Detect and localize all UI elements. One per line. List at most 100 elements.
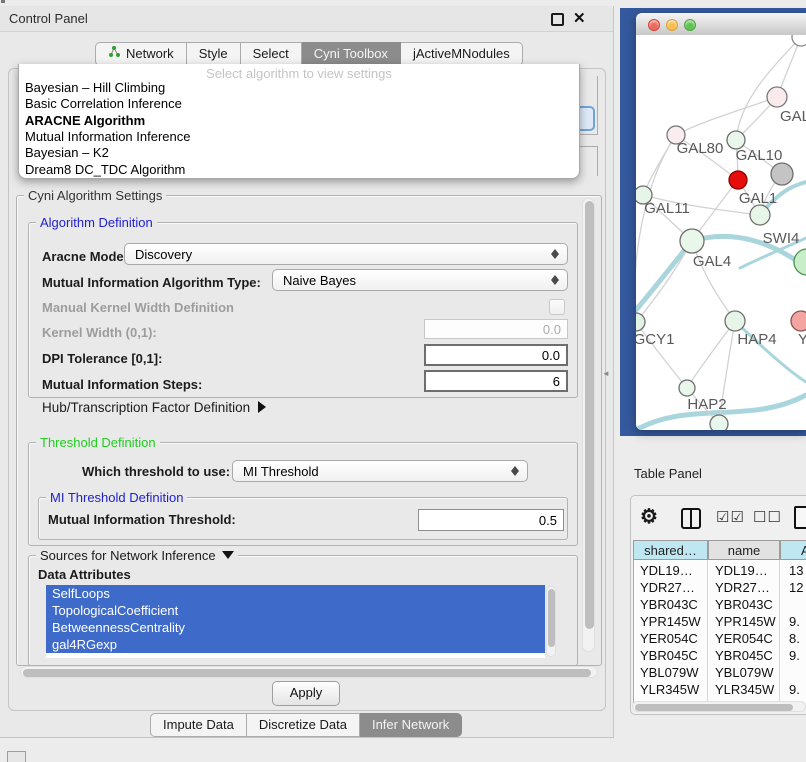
attribute-list-scrollbar[interactable] [546, 586, 556, 657]
manual-kernel-checkbox[interactable] [549, 299, 565, 315]
network-edge[interactable] [687, 321, 735, 388]
algorithm-option[interactable]: Dream8 DC_TDC Algorithm [25, 162, 185, 178]
control-panel-title: Control Panel [9, 11, 88, 26]
node-label-gal80: GAL80 [677, 140, 724, 157]
table-cell: YBR045C [715, 647, 773, 664]
tab-infer-network[interactable]: Infer Network [360, 713, 462, 737]
network-node[interactable] [725, 311, 745, 331]
attribute-item[interactable]: BetweennessCentrality [46, 619, 545, 636]
bottom-tabs: Impute Data Discretize DataInfer Network [150, 713, 462, 735]
tab-network[interactable]: Network [95, 42, 187, 66]
new-document-icon[interactable] [794, 506, 806, 529]
control-panel-window: Control Panel ✕ NetworkStyleSelectCyni T… [0, 6, 614, 738]
network-node[interactable] [679, 380, 695, 396]
close-traffic-light[interactable] [648, 19, 660, 31]
node-label-gal: GAL [780, 108, 806, 125]
minimize-traffic-light[interactable] [666, 19, 678, 31]
algorithm-option[interactable]: Bayesian – Hill Climbing [25, 80, 165, 96]
attribute-item[interactable]: gal4RGexp [46, 636, 545, 653]
table-h-scrollbar-thumb[interactable] [635, 704, 793, 711]
dpi-tolerance-input[interactable] [424, 344, 568, 366]
network-node[interactable] [729, 171, 747, 189]
network-node[interactable] [767, 87, 787, 107]
sources-title[interactable]: Sources for Network Inference [36, 548, 238, 563]
kernel-width-input[interactable] [424, 319, 568, 339]
tab-impute-data[interactable]: Impute Data [150, 713, 247, 737]
tab-discretize-data[interactable]: Discretize Data [247, 713, 360, 737]
table-row[interactable]: YDL19…YDL19…13 [634, 562, 806, 579]
network-node[interactable] [636, 313, 645, 331]
table-cell: 9. [789, 647, 800, 664]
network-node[interactable] [794, 249, 806, 275]
control-panel-titlebar: Control Panel ✕ [0, 6, 613, 32]
spinner-down-icon [551, 280, 559, 285]
attribute-list-scrollbar-thumb[interactable] [548, 589, 555, 647]
settings-scrollbar-thumb[interactable] [585, 201, 594, 629]
kernel-width-label: Kernel Width (0,1): [42, 325, 157, 340]
close-icon[interactable]: ✕ [573, 9, 586, 27]
network-icon [108, 43, 121, 65]
node-label-hap2: HAP2 [687, 396, 726, 413]
network-node[interactable] [791, 311, 806, 331]
table-cell: YBL079W [640, 664, 699, 681]
tab-cyni-toolbox[interactable]: Cyni Toolbox [302, 42, 401, 66]
network-node[interactable] [771, 163, 793, 185]
apply-button[interactable]: Apply [272, 681, 340, 706]
mi-threshold-input[interactable] [418, 509, 564, 531]
table-cell: 12 [789, 579, 803, 596]
deselect-all-checkboxes-icon[interactable]: ☐☐ [753, 508, 782, 526]
network-edge[interactable] [636, 241, 692, 310]
settings-h-scrollbar[interactable] [20, 666, 598, 678]
network-node[interactable] [710, 415, 728, 430]
table-row[interactable]: YDR27…YDR27…12 [634, 579, 806, 596]
select-all-checkboxes-icon[interactable]: ☑☑ [716, 508, 745, 526]
table-row[interactable]: YER054CYER054C8. [634, 630, 806, 647]
hub-definition-expander[interactable]: Hub/Transcription Factor Definition [42, 400, 266, 415]
mi-type-select[interactable]: Naive Bayes [272, 269, 568, 291]
attribute-item[interactable]: SelfLoops [46, 585, 545, 602]
table-row[interactable]: YBR043CYBR043C [634, 596, 806, 613]
gear-icon[interactable]: ⚙ [640, 504, 658, 529]
table-h-scrollbar[interactable] [632, 701, 806, 712]
settings-h-scrollbar-thumb[interactable] [23, 669, 591, 677]
network-edge[interactable] [676, 97, 777, 135]
which-threshold-select[interactable]: MI Threshold [232, 460, 528, 482]
split-columns-icon[interactable] [681, 508, 701, 529]
aracne-mode-select[interactable]: Discovery [124, 243, 568, 265]
collapsed-panel-button[interactable] [7, 751, 26, 762]
column-header-shared…[interactable]: shared… [633, 540, 708, 560]
tab-style[interactable]: Style [187, 42, 241, 66]
algorithm-option[interactable]: Bayesian – K2 [25, 145, 109, 161]
data-attributes-label: Data Attributes [38, 567, 131, 582]
table-cell: 9. [789, 613, 800, 630]
dpi-tolerance-label: DPI Tolerance [0,1]: [42, 351, 162, 366]
network-window-titlebar[interactable] [636, 13, 806, 36]
manual-kernel-label: Manual Kernel Width Definition [42, 300, 234, 315]
mi-steps-input[interactable] [424, 370, 568, 392]
tab-label: Impute Data [163, 714, 234, 736]
attribute-item[interactable]: TopologicalCoefficient [46, 602, 545, 619]
network-node[interactable] [750, 205, 770, 225]
aracne-mode-label: Aracne Mode: [42, 249, 128, 264]
float-window-icon[interactable] [551, 13, 564, 26]
column-header-name[interactable]: name [708, 540, 780, 560]
zoom-traffic-light[interactable] [684, 19, 696, 31]
network-edge[interactable] [636, 135, 676, 322]
table-row[interactable]: YBL079WYBL079W [634, 664, 806, 681]
table-row[interactable]: YLR345WYLR345W9. [634, 681, 806, 698]
column-header-A[interactable]: A [780, 540, 806, 560]
tab-jactivemnodules[interactable]: jActiveMNodules [401, 42, 523, 66]
settings-scrollbar[interactable] [582, 198, 595, 652]
table-cell: YLR345W [640, 681, 699, 698]
table-row[interactable]: YPR145WYPR145W9. [634, 613, 806, 630]
algorithm-option[interactable]: ARACNE Algorithm [25, 113, 145, 129]
mi-type-label: Mutual Information Algorithm Type: [42, 275, 261, 290]
algorithm-option[interactable]: Basic Correlation Inference [25, 96, 182, 112]
network-canvas[interactable]: GALGAL80GAL10GAL1GAL11SWI4GAL4GCY1HAP4YH… [636, 35, 806, 430]
splitter-collapse-icon[interactable]: ◄ [602, 369, 610, 378]
tab-label: jActiveMNodules [413, 43, 510, 65]
algorithm-option[interactable]: Mutual Information Inference [25, 129, 190, 145]
tab-select[interactable]: Select [241, 42, 302, 66]
table-row[interactable]: YBR045CYBR045C9. [634, 647, 806, 664]
network-node[interactable] [680, 229, 704, 253]
